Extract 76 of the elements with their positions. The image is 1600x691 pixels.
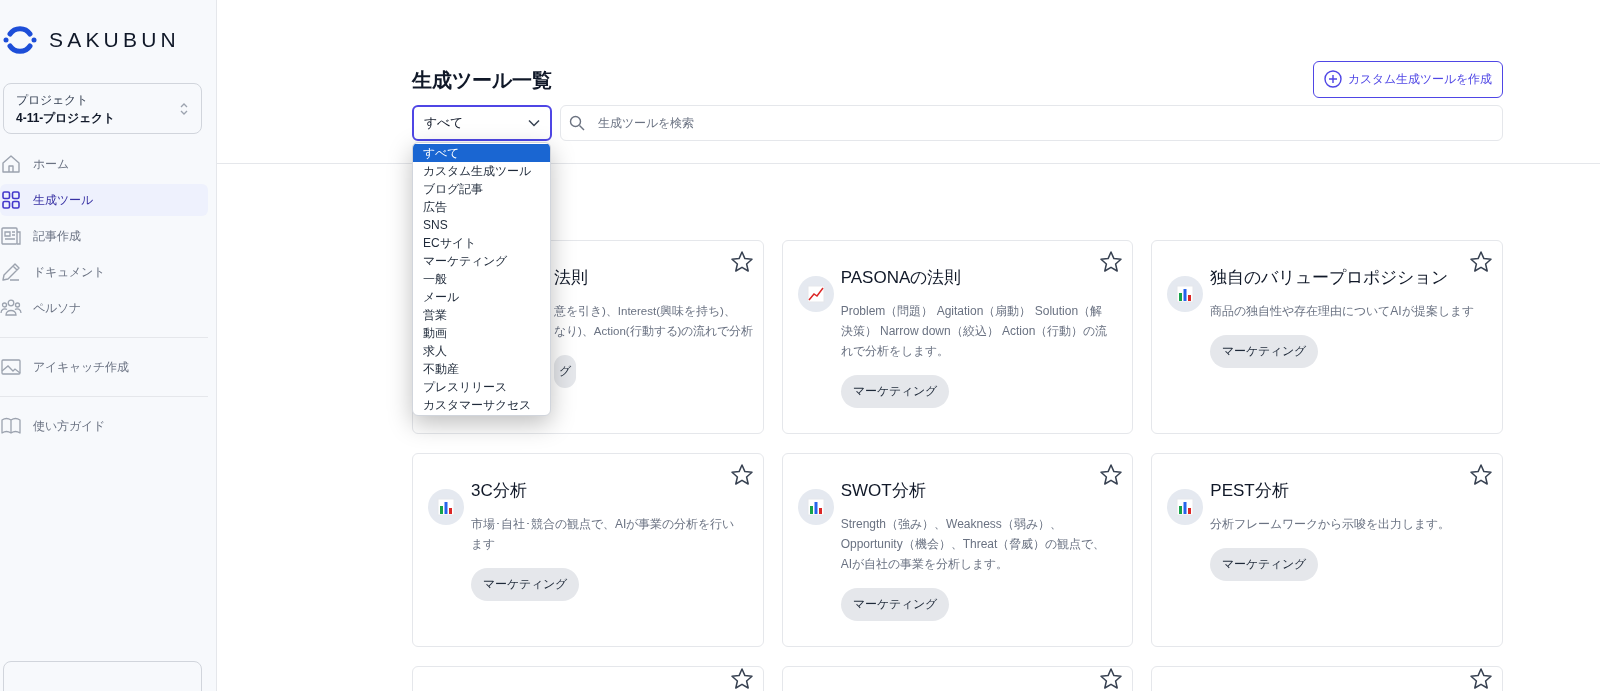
brand-name: SAKUBUN <box>49 27 180 54</box>
card-title: 3C分析 <box>471 480 528 502</box>
bar-chart-icon <box>806 498 825 516</box>
card-title: SWOT分析 <box>840 480 927 502</box>
dropdown-option[interactable]: メール <box>413 288 550 306</box>
tool-card[interactable]: PEST分析 分析フレームワークから示唆を出力します。 マーケティング <box>1151 453 1503 647</box>
chevron-up-down-icon <box>179 101 189 116</box>
home-icon <box>0 153 22 175</box>
grid-icon <box>0 189 22 211</box>
card-title: PASONAの法則 <box>840 267 963 289</box>
card-description: 市場･自社･競合の観点で、AIが事業の分析を行います <box>471 516 736 553</box>
line-chart-icon <box>806 285 825 303</box>
star-icon[interactable] <box>1469 667 1493 691</box>
star-icon[interactable] <box>729 463 754 487</box>
nav-item[interactable]: 使い方ガイド <box>0 410 208 442</box>
category-tag: マーケティング <box>1210 335 1319 368</box>
dropdown-option[interactable]: 動画 <box>413 324 550 342</box>
category-tag: マーケティング <box>840 375 949 408</box>
star-icon[interactable] <box>1099 463 1124 487</box>
search-icon <box>569 115 585 131</box>
image-icon <box>0 356 22 378</box>
nav-item[interactable]: ドキュメント <box>0 256 208 288</box>
bar-chart-icon <box>1176 498 1195 516</box>
category-tag: マーケティング <box>840 588 949 621</box>
bar-chart-icon <box>1176 285 1195 303</box>
card-description: Problem（問題） Agitation（扇動） Solution（解決策） Narrow down（絞込） Action（行動）の流れで分析をします。 <box>840 303 1109 360</box>
dropdown-option[interactable]: マーケティング <box>413 252 550 270</box>
star-icon[interactable] <box>1469 463 1493 487</box>
card-description: Strength（強み）、Weakness（弱み）、Opportunity（機会）、Threat（脅威）の観点で、AIが自社の事業を分析します。 <box>840 516 1107 573</box>
dropdown-option[interactable]: プレスリリース <box>413 378 550 396</box>
create-tool-button[interactable]: カスタム生成ツールを作成 <box>1313 60 1503 98</box>
dropdown-option[interactable]: 一般 <box>413 270 550 288</box>
category-tag: マーケティング <box>471 568 579 601</box>
nav-item[interactable]: 記事作成 <box>0 220 208 252</box>
tool-card[interactable]: SWOT分析 Strength（強み）、Weakness（弱み）、Opportunity（機会）、Threat（脅威）の観点で、AIが自社の事業を分析します。 マーケティング <box>781 453 1134 647</box>
plus-circle-icon <box>1324 70 1342 88</box>
dropdown-option[interactable]: 不動産 <box>413 360 550 378</box>
card-description: 商品の独自性や存在理由についてAIが提案します <box>1210 303 1475 320</box>
star-icon[interactable] <box>1099 250 1124 274</box>
dropdown-option[interactable]: 広告 <box>413 198 550 216</box>
chevron-down-icon <box>528 119 540 127</box>
star-icon[interactable] <box>729 667 754 691</box>
category-select[interactable]: すべて <box>412 105 552 141</box>
category-tag: マーケティング <box>1210 548 1319 581</box>
star-icon[interactable] <box>1099 667 1124 691</box>
logo-icon <box>3 23 37 57</box>
card-description: なり)、Action(行動する)の流れで分析 <box>554 324 754 340</box>
nav-item[interactable]: ホーム <box>0 148 208 180</box>
card-description: 意を引き)、Interest(興味を持ち)、 <box>554 304 736 319</box>
project-selector[interactable]: プロジェクト 4-11-プロジェクト <box>3 83 202 134</box>
pencil-icon <box>0 261 22 283</box>
category-tag: グ <box>554 355 576 388</box>
bar-chart-icon <box>437 498 455 516</box>
search-field[interactable]: 生成ツールを検索 <box>560 105 1503 141</box>
card-title: 法則 <box>554 267 589 289</box>
tool-card[interactable]: 3C分析 市場･自社･競合の観点で、AIが事業の分析を行います マーケティング <box>412 453 764 647</box>
page-title: 生成ツール一覧 <box>412 68 552 93</box>
nav-item[interactable]: 生成ツール <box>0 184 208 216</box>
dropdown-option[interactable]: SNS <box>413 216 550 234</box>
card-description: 分析フレームワークから示唆を出力します。 <box>1210 516 1452 533</box>
star-icon[interactable] <box>1469 250 1493 274</box>
dropdown-option[interactable]: 求人 <box>413 342 550 360</box>
card-title: PEST分析 <box>1210 480 1290 502</box>
people-icon <box>0 297 22 319</box>
dropdown-option[interactable]: 営業 <box>413 306 550 324</box>
newspaper-icon <box>0 225 22 247</box>
dropdown-option[interactable]: ブログ記事 <box>413 180 550 198</box>
nav-item[interactable]: ペルソナ <box>0 292 208 324</box>
card-title: 独自のバリュープロポジション <box>1210 267 1450 289</box>
tool-card[interactable]: PASONAの法則 Problem（問題） Agitation（扇動） Solution（解決策） Narrow down（絞込） Action（行動）の流れで分析をします。 マーケティング <box>781 240 1134 434</box>
dropdown-option[interactable]: すべて <box>413 144 550 162</box>
dropdown-option[interactable]: カスタマーサクセス <box>413 396 550 414</box>
tool-card[interactable]: 独自のバリュープロポジション 商品の独自性や存在理由についてAIが提案します マーケティング <box>1151 240 1503 434</box>
dropdown-option[interactable]: カスタム生成ツール <box>413 162 550 180</box>
star-icon[interactable] <box>729 250 754 274</box>
nav-item[interactable]: アイキャッチ作成 <box>0 351 208 383</box>
